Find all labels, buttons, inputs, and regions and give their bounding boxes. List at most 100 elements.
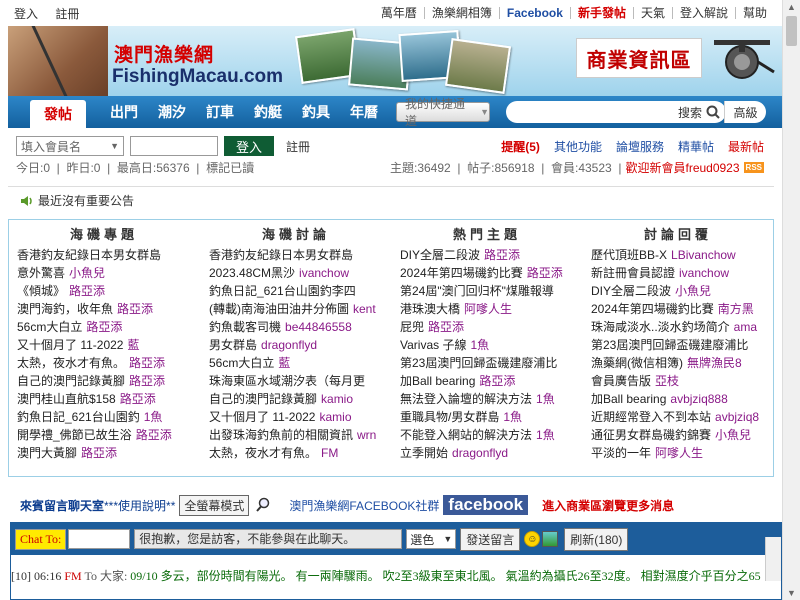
topic-list-item[interactable]: 出發珠海釣魚前的相關資訊 wrn bbox=[209, 426, 391, 444]
member-name-select[interactable]: 填入會員名 ▼ bbox=[16, 136, 124, 156]
topic-title[interactable]: 重職具物/男女群島 bbox=[400, 410, 499, 424]
magnifier-icon[interactable] bbox=[255, 497, 271, 513]
search-input[interactable]: 搜索 bbox=[506, 101, 726, 123]
topic-author[interactable]: 1魚 bbox=[503, 410, 522, 424]
topic-list-item[interactable]: 2024年第四場磯釣比賽 南方黑 bbox=[591, 300, 773, 318]
topic-title[interactable]: 澳門大黃腳 bbox=[17, 446, 77, 460]
page-scrollbar[interactable]: ▲ ▼ bbox=[782, 0, 800, 600]
topic-title[interactable]: 香港釣友紀錄日本男女群島 bbox=[17, 248, 161, 262]
smiley-icon[interactable]: ☺ bbox=[524, 531, 541, 547]
topic-list-item[interactable]: 太熱，夜水才有魚。 FM bbox=[209, 444, 391, 462]
topic-title[interactable]: 自己的澳門記錄黃腳 bbox=[209, 392, 317, 406]
topic-list-item[interactable]: 重職具物/男女群島 1魚 bbox=[400, 408, 582, 426]
topic-title[interactable]: 《傾城》 bbox=[17, 284, 65, 298]
topic-author[interactable]: 路亞添 bbox=[527, 266, 563, 280]
topic-list-item[interactable]: 澳門海釣，收年魚 路亞添 bbox=[17, 300, 199, 318]
register-link[interactable]: 註冊 bbox=[286, 138, 310, 155]
topic-title[interactable]: 澳門海釣，收年魚 bbox=[17, 302, 113, 316]
topic-list-item[interactable]: 無法登入論壇的解決方法 1魚 bbox=[400, 390, 582, 408]
topic-title[interactable]: (轉載)南海油田油井分佈圖 bbox=[209, 302, 349, 316]
quick-access-dropdown[interactable]: 我的快捷通道 ▼ bbox=[396, 97, 490, 128]
login-link[interactable]: 登入 bbox=[14, 7, 38, 21]
topic-author[interactable]: 路亞添 bbox=[129, 374, 165, 388]
weather-link[interactable]: 天氣 bbox=[632, 7, 672, 19]
topic-author[interactable]: 阿嗲人生 bbox=[655, 446, 703, 460]
topic-author[interactable]: 亞枝 bbox=[655, 374, 679, 388]
topic-title[interactable]: 近期經常登入不到本站 bbox=[591, 410, 711, 424]
topic-author[interactable]: ivanchow bbox=[299, 266, 349, 280]
album-link[interactable]: 漁樂網相簿 bbox=[423, 7, 499, 19]
topic-list-item[interactable]: 第23屆澳門回歸盃磯建廢浦比 bbox=[591, 336, 773, 354]
topic-list-item[interactable]: 釣魚載客司機 be44846558 bbox=[209, 318, 391, 336]
topic-title[interactable]: 56cm大白立 bbox=[17, 320, 82, 334]
business-zone-link[interactable]: 進入商業區瀏覽更多消息 bbox=[542, 497, 674, 514]
topic-title[interactable]: 會員廣告版 bbox=[591, 374, 651, 388]
topic-list-item[interactable]: 56cm大白立 路亞添 bbox=[17, 318, 199, 336]
scrollbar-thumb[interactable] bbox=[786, 16, 797, 46]
topic-title[interactable]: 立季開始 bbox=[400, 446, 448, 460]
topic-list-item[interactable]: 加Ball bearing 路亞添 bbox=[400, 372, 582, 390]
topic-author[interactable]: 路亞添 bbox=[484, 248, 520, 262]
latest-posts-link[interactable]: 最新帖 bbox=[728, 138, 764, 155]
topic-list-item[interactable]: Varivas 子線 1魚 bbox=[400, 336, 582, 354]
nav-item-tackle[interactable]: 釣具 bbox=[302, 102, 330, 122]
fullscreen-button[interactable]: 全螢幕模式 bbox=[179, 494, 250, 516]
topic-author[interactable]: be44846558 bbox=[285, 320, 352, 334]
topic-title[interactable]: 釣魚日記_621台山園釣李四 bbox=[209, 284, 356, 298]
topic-author[interactable]: 路亞添 bbox=[136, 428, 172, 442]
topic-list-item[interactable]: 澳門大黃腳 路亞添 bbox=[17, 444, 199, 462]
chat-recipient-input[interactable] bbox=[68, 529, 131, 549]
topic-author[interactable]: 路亞添 bbox=[86, 320, 122, 334]
facebook-group-link[interactable]: 澳門漁樂網FACEBOOK社群 bbox=[289, 497, 439, 514]
topic-list-item[interactable]: 又十個月了 11-2022 藍 bbox=[17, 336, 199, 354]
topic-list-item[interactable]: 太熱，夜水才有魚。 路亞添 bbox=[17, 354, 199, 372]
topic-title[interactable]: 釣魚日記_621台山園釣 bbox=[17, 410, 140, 424]
topic-title[interactable]: 通征男女群島磯釣錦賽 bbox=[591, 428, 711, 442]
topic-author[interactable]: 無牌漁民8 bbox=[687, 356, 742, 370]
nav-item-booking[interactable]: 訂車 bbox=[206, 102, 234, 122]
topic-list-item[interactable]: 新註冊會員認證 ivanchow bbox=[591, 264, 773, 282]
topic-list-item[interactable]: 自己的澳門記錄黃腳 路亞添 bbox=[17, 372, 199, 390]
topic-list-item[interactable]: 第23屆澳門回歸盃磯建廢浦比 bbox=[400, 354, 582, 372]
featured-posts-link[interactable]: 精華帖 bbox=[678, 138, 714, 155]
topic-author[interactable]: 小魚兒 bbox=[69, 266, 105, 280]
topic-list-item[interactable]: 會員廣告版 亞枝 bbox=[591, 372, 773, 390]
topic-title[interactable]: 太熱，夜水才有魚。 bbox=[17, 356, 125, 370]
topic-list-item[interactable]: 近期經常登入不到本站 avbjziq8 bbox=[591, 408, 773, 426]
topic-title[interactable]: 男女群島 bbox=[209, 338, 257, 352]
topic-author[interactable]: kamio bbox=[321, 392, 353, 406]
topic-author[interactable]: 路亞添 bbox=[69, 284, 105, 298]
topic-title[interactable]: 第24屆"澳门回归杯"煤雕報導 bbox=[400, 284, 554, 298]
topic-author[interactable]: kent bbox=[353, 302, 376, 316]
nav-item-tide[interactable]: 潮汐 bbox=[158, 102, 186, 122]
newbie-post-link[interactable]: 新手發帖 bbox=[569, 7, 633, 19]
topic-list-item[interactable]: 意外驚喜 小魚兒 bbox=[17, 264, 199, 282]
topic-title[interactable]: DIY全層二段波 bbox=[400, 248, 480, 262]
login-help-link[interactable]: 登入解說 bbox=[671, 7, 735, 19]
scroll-up-icon[interactable]: ▲ bbox=[787, 2, 796, 12]
topic-title[interactable]: 不能登入網站的解決方法 bbox=[400, 428, 532, 442]
topic-title[interactable]: 漁藥網(微信相簿) bbox=[591, 356, 683, 370]
topic-author[interactable]: ivanchow bbox=[679, 266, 729, 280]
topic-title[interactable]: 無法登入論壇的解決方法 bbox=[400, 392, 532, 406]
topic-list-item[interactable]: 56cm大白立藍 bbox=[209, 354, 391, 372]
topic-list-item[interactable]: 第24屆"澳门回归杯"煤雕報導 bbox=[400, 282, 582, 300]
topic-list-item[interactable]: 又十個月了 11-2022 kamio bbox=[209, 408, 391, 426]
topic-list-item[interactable]: 立季開始 dragonflyd bbox=[400, 444, 582, 462]
topic-list-item[interactable]: 香港釣友紀錄日本男女群島 bbox=[17, 246, 199, 264]
color-select[interactable]: 選色 ▼ bbox=[406, 529, 457, 549]
topic-author[interactable]: dragonflyd bbox=[452, 446, 508, 460]
topic-list-item[interactable]: 加Ball bearing avbjziq888 bbox=[591, 390, 773, 408]
other-functions-link[interactable]: 其他功能 bbox=[554, 138, 602, 155]
topic-title[interactable]: 香港釣友紀錄日本男女群島 bbox=[209, 248, 353, 262]
topic-title[interactable]: 又十個月了 11-2022 bbox=[209, 410, 315, 424]
topic-list-item[interactable]: 珠海咸淡水..淡水釣场简介 ama bbox=[591, 318, 773, 336]
register-link[interactable]: 註冊 bbox=[55, 7, 79, 21]
topic-title[interactable]: 平淡的一年 bbox=[591, 446, 651, 460]
topic-author[interactable]: 藍 bbox=[127, 338, 139, 352]
topic-author[interactable]: 路亞添 bbox=[428, 320, 464, 334]
facebook-logo[interactable]: facebook bbox=[443, 495, 529, 515]
topic-author[interactable]: dragonflyd bbox=[261, 338, 317, 352]
topic-title[interactable]: 出發珠海釣魚前的相關資訊 bbox=[209, 428, 353, 442]
topic-title[interactable]: 歷代頂班BB-X bbox=[591, 248, 667, 262]
